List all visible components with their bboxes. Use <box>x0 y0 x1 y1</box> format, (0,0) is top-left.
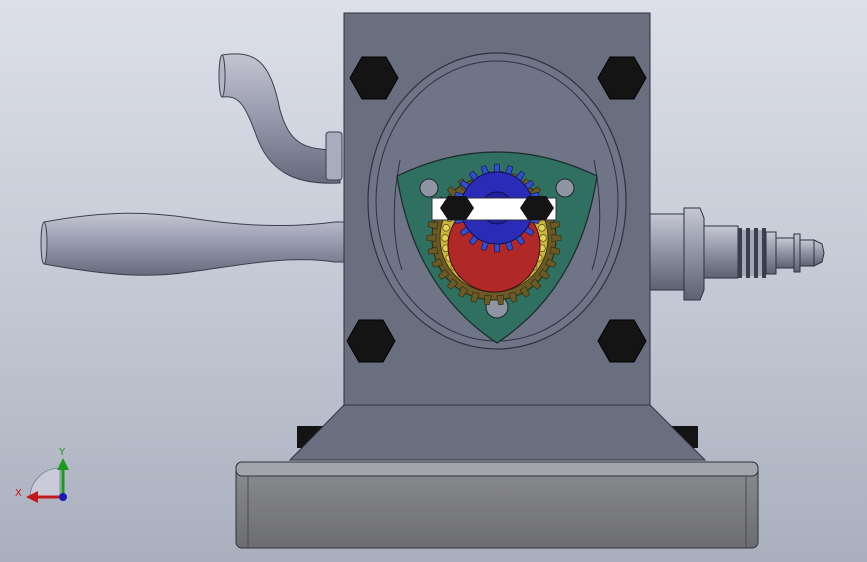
triad-y-arrow-icon <box>57 458 69 470</box>
base-plate[interactable] <box>235 461 759 549</box>
intake-pipe[interactable] <box>40 212 346 276</box>
gear-tooth <box>426 234 437 242</box>
gear-bead <box>441 234 449 242</box>
model-scene[interactable]: Y X <box>0 0 867 562</box>
exhaust-pipe[interactable] <box>218 53 343 184</box>
output-shaft <box>431 196 557 221</box>
coordinate-triad: Y X <box>15 447 69 503</box>
gear-bead <box>538 224 546 232</box>
base-pedestal[interactable] <box>288 404 707 461</box>
gear-bead <box>539 234 547 242</box>
gear-tooth <box>551 234 562 242</box>
triad-y-label: Y <box>58 447 66 458</box>
cad-viewport[interactable]: Y X <box>0 0 867 562</box>
spark-plug[interactable] <box>649 207 825 301</box>
triad-z-axis-icon <box>59 493 67 501</box>
gear-bead <box>442 224 450 232</box>
triad-x-label: X <box>15 488 22 499</box>
